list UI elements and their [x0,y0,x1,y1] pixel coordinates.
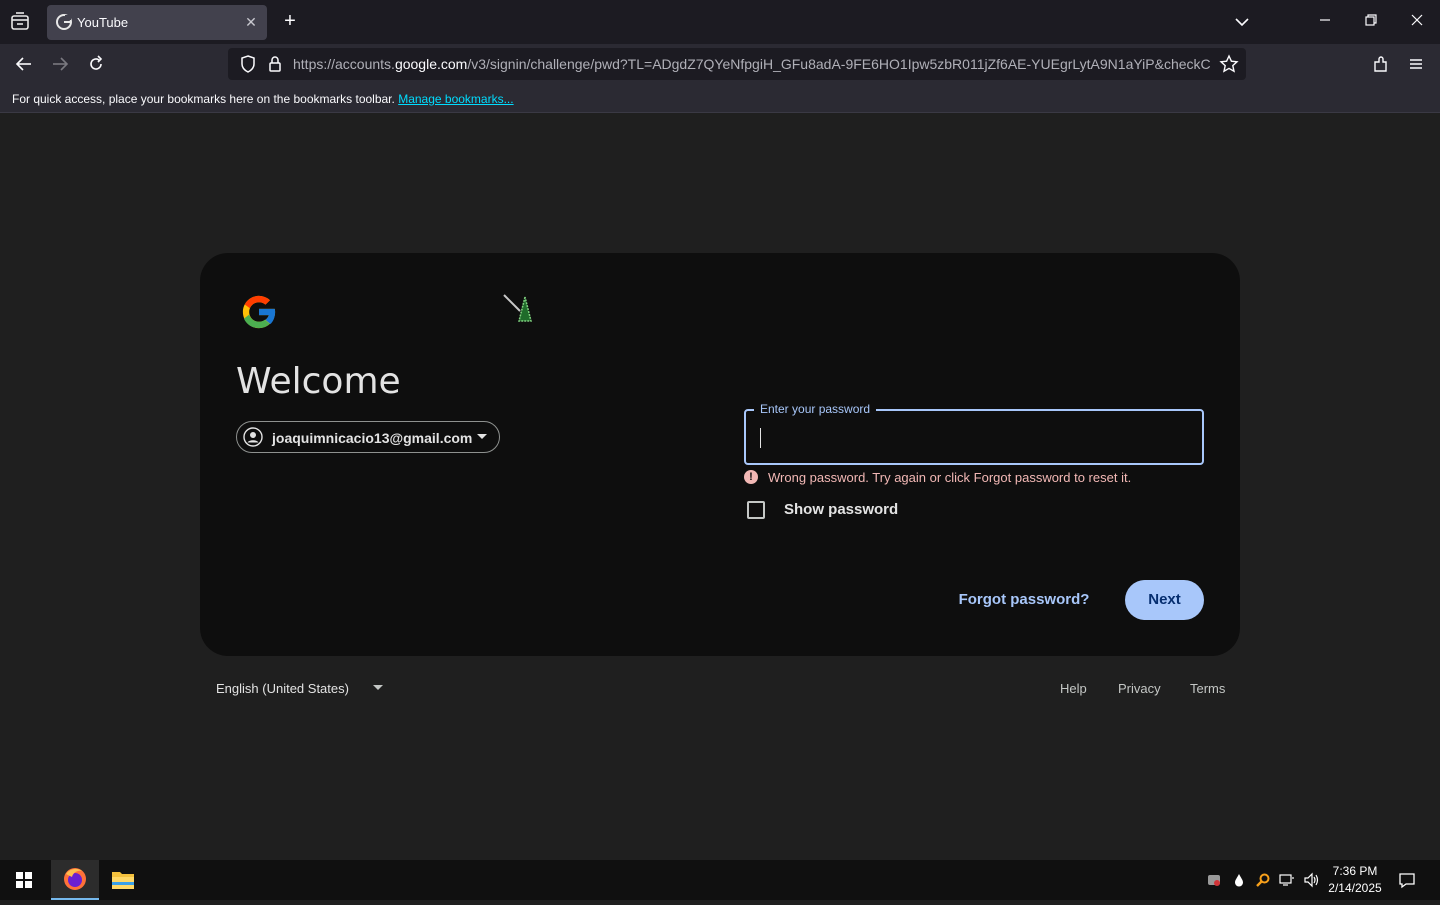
account-avatar-icon [243,427,263,447]
firefox-taskbar-icon[interactable] [51,860,99,900]
tab-strip: YouTube ✕ + [0,0,1440,44]
volume-tray-icon[interactable] [1303,872,1319,888]
bookmarks-hint: For quick access, place your bookmarks h… [12,92,514,106]
bookmarks-hint-text: For quick access, place your bookmarks h… [12,92,395,106]
signin-card: Welcome joaquimnicacio13@gmail.com Enter… [200,253,1240,656]
language-caret-icon[interactable] [373,685,383,690]
mouse-cursor-icon [500,291,540,331]
google-logo-icon [238,291,280,333]
url-text[interactable]: https://accounts.google.com/v3/signin/ch… [293,56,1211,72]
lock-icon[interactable] [265,54,285,74]
signin-page: Welcome joaquimnicacio13@gmail.com Enter… [0,113,1440,860]
account-chip[interactable]: joaquimnicacio13@gmail.com [236,421,500,453]
signin-footer: English (United States) Help Privacy Ter… [200,675,1240,699]
close-window-icon[interactable] [1407,10,1427,30]
url-bar[interactable]: https://accounts.google.com/v3/signin/ch… [228,48,1246,80]
network-tray-icon[interactable] [1279,872,1295,888]
windows-start-icon[interactable] [0,860,48,900]
error-icon: ! [744,470,758,484]
show-password-checkbox[interactable] [747,501,765,519]
extensions-icon[interactable] [1371,54,1391,74]
back-arrow-icon[interactable] [14,54,34,74]
google-favicon-icon [56,14,72,30]
star-icon[interactable] [1219,54,1239,74]
text-cursor [760,428,761,448]
navigation-toolbar: https://accounts.google.com/v3/signin/ch… [0,44,1440,84]
terms-link[interactable]: Terms [1190,681,1225,696]
chevron-down-icon[interactable] [1232,12,1252,32]
clock-date: 2/14/2025 [1328,881,1382,895]
minimize-icon[interactable] [1315,10,1335,30]
next-button[interactable]: Next [1125,580,1204,620]
language-selector[interactable]: English (United States) [216,681,349,696]
file-explorer-icon[interactable] [99,860,147,900]
help-link[interactable]: Help [1060,681,1087,696]
firefox-view-icon[interactable] [8,10,32,34]
reload-icon[interactable] [86,54,106,74]
password-label: Enter your password [754,402,877,416]
welcome-heading: Welcome [236,361,401,402]
menu-icon[interactable] [1406,54,1426,74]
search-tray-icon[interactable] [1255,872,1271,888]
forward-arrow-icon[interactable] [50,54,70,74]
new-tab-button[interactable]: + [280,11,300,31]
system-clock[interactable]: 7:36 PM 2/14/2025 [1322,863,1388,897]
tab-youtube[interactable]: YouTube ✕ [47,5,267,40]
clock-time: 7:36 PM [1332,864,1378,878]
windows-taskbar: 7:36 PM 2/14/2025 [0,860,1440,900]
browser-window: YouTube ✕ + https://accounts.google.com/… [0,0,1440,860]
shield-icon[interactable] [238,54,258,74]
security-tray-icon[interactable] [1206,872,1222,888]
manage-bookmarks-link[interactable]: Manage bookmarks... [398,92,513,106]
account-email: joaquimnicacio13@gmail.com [272,430,473,446]
password-field[interactable]: Enter your password [744,402,1204,465]
notification-icon[interactable] [1398,871,1416,889]
show-password-label[interactable]: Show password [784,501,898,518]
tab-title: YouTube [77,15,129,30]
privacy-link[interactable]: Privacy [1118,681,1161,696]
tab-close-icon[interactable]: ✕ [243,14,259,30]
restore-icon[interactable] [1361,10,1381,30]
droplet-tray-icon[interactable] [1231,872,1247,888]
forgot-password-button[interactable]: Forgot password? [954,580,1094,620]
bookmarks-toolbar: For quick access, place your bookmarks h… [0,84,1440,113]
caret-down-icon [477,434,487,439]
error-message: Wrong password. Try again or click Forgo… [768,470,1132,485]
